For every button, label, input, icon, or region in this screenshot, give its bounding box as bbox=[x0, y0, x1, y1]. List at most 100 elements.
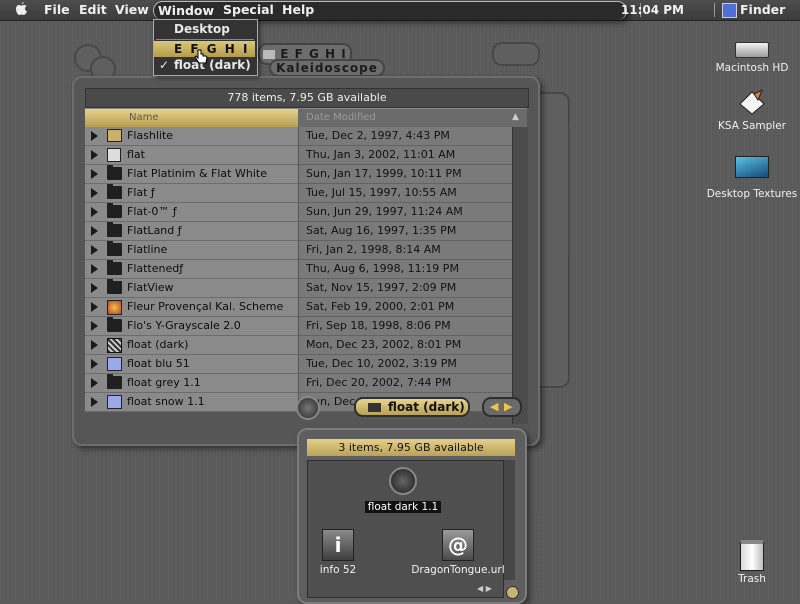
folder-icon bbox=[107, 279, 122, 294]
apple-menu-icon[interactable] bbox=[15, 2, 28, 20]
disclosure-triangle-icon[interactable] bbox=[91, 302, 98, 312]
sort-order-icon[interactable]: ▲ bbox=[512, 112, 519, 122]
date-cell[interactable]: Tue, Dec 2, 1997, 4:43 PM bbox=[299, 127, 512, 146]
date-cell[interactable]: Thu, Aug 6, 1998, 11:19 PM bbox=[299, 260, 512, 279]
disclosure-triangle-icon[interactable] bbox=[91, 378, 98, 388]
disclosure-triangle-icon[interactable] bbox=[91, 321, 98, 331]
date-cell[interactable]: Sun, Jun 29, 1997, 11:24 AM bbox=[299, 203, 512, 222]
column-header-name[interactable]: Name bbox=[85, 109, 298, 127]
date-cell[interactable]: Sat, Feb 19, 2000, 2:01 PM bbox=[299, 298, 512, 317]
name-cell[interactable]: Flat Platinim & Flat White bbox=[85, 165, 298, 184]
table-row[interactable]: float blu 51 Tue, Dec 10, 2002, 3:19 PM bbox=[85, 355, 512, 374]
date-cell[interactable]: Thu, Jan 3, 2002, 11:01 AM bbox=[299, 146, 512, 165]
window-tab-kaleidoscope[interactable]: Kaleidoscope bbox=[269, 59, 385, 77]
menu-help[interactable]: Help bbox=[282, 2, 314, 17]
menu-item-desktop[interactable]: Desktop bbox=[154, 21, 255, 37]
disclosure-triangle-icon[interactable] bbox=[91, 359, 98, 369]
disclosure-triangle-icon[interactable] bbox=[91, 226, 98, 236]
table-row[interactable]: Flo's Y-Grayscale 2.0 Fri, Sep 18, 1998, … bbox=[85, 317, 512, 336]
table-row[interactable]: FlatLand ƒ Sat, Aug 16, 1997, 1:35 PM bbox=[85, 222, 512, 241]
date-cell[interactable]: Tue, Dec 10, 2002, 3:19 PM bbox=[299, 355, 512, 374]
icon-label: info 52 bbox=[319, 564, 357, 576]
name-cell[interactable]: Flo's Y-Grayscale 2.0 bbox=[85, 317, 298, 336]
file-icon-dragontongue[interactable]: @ DragonTongue.url bbox=[408, 529, 508, 576]
name-cell[interactable]: Flatline bbox=[85, 241, 298, 260]
disclosure-triangle-icon[interactable] bbox=[91, 150, 98, 160]
name-cell[interactable]: float (dark) bbox=[85, 336, 298, 355]
disclosure-triangle-icon[interactable] bbox=[91, 169, 98, 179]
table-row[interactable]: float grey 1.1 Fri, Dec 20, 2002, 7:44 PM bbox=[85, 374, 512, 393]
disclosure-triangle-icon[interactable] bbox=[91, 207, 98, 217]
menu-view[interactable]: View bbox=[115, 2, 149, 17]
folder-path-popup[interactable]: float (dark) bbox=[354, 397, 470, 417]
disclosure-triangle-icon[interactable] bbox=[91, 245, 98, 255]
list-view-window[interactable]: 778 items, 7.95 GB available Name Date M… bbox=[72, 76, 540, 446]
name-cell[interactable]: FlatView bbox=[85, 279, 298, 298]
name-cell[interactable]: flat bbox=[85, 146, 298, 165]
name-cell[interactable]: Flat-0™ ƒ bbox=[85, 203, 298, 222]
file-icon-info[interactable]: i info 52 bbox=[310, 529, 366, 576]
menubar-clock[interactable]: 11:04 PM bbox=[621, 3, 684, 17]
resize-knob-icon[interactable] bbox=[506, 586, 519, 599]
date-cell[interactable]: Fri, Jan 2, 1998, 8:14 AM bbox=[299, 241, 512, 260]
disclosure-triangle-icon[interactable] bbox=[91, 340, 98, 350]
disclosure-triangle-icon[interactable] bbox=[91, 131, 98, 141]
desktop-icon-desktop-textures[interactable]: Desktop Textures bbox=[706, 156, 798, 200]
desktop-icon-trash[interactable]: Trash bbox=[726, 540, 778, 585]
table-row[interactable]: float (dark) Mon, Dec 23, 2002, 8:01 PM bbox=[85, 336, 512, 355]
date-cell[interactable]: Sat, Nov 15, 1997, 2:09 PM bbox=[299, 279, 512, 298]
table-row[interactable]: Flat Platinim & Flat White Sun, Jan 17, 1… bbox=[85, 165, 512, 184]
menu-separator bbox=[156, 39, 254, 40]
application-menu[interactable]: Finder bbox=[740, 2, 785, 17]
disclosure-triangle-icon[interactable] bbox=[91, 188, 98, 198]
date-cell[interactable]: Sun, Jan 17, 1999, 10:11 PM bbox=[299, 165, 512, 184]
table-row[interactable]: Flattenedƒ Thu, Aug 6, 1998, 11:19 PM bbox=[85, 260, 512, 279]
name-cell[interactable]: Fleur Provençal Kal. Scheme bbox=[85, 298, 298, 317]
left-arrow-icon[interactable]: ◀ bbox=[490, 400, 498, 413]
folder-icon bbox=[263, 50, 276, 59]
vertical-scrollbar[interactable] bbox=[512, 127, 528, 424]
date-cell[interactable]: Tue, Jul 15, 1997, 10:55 AM bbox=[299, 184, 512, 203]
name-cell[interactable]: Flat ƒ bbox=[85, 184, 298, 203]
name-cell[interactable]: Flashlite bbox=[85, 127, 298, 146]
table-row[interactable]: Flatline Fri, Jan 2, 1998, 8:14 AM bbox=[85, 241, 512, 260]
folder-icon bbox=[107, 184, 122, 199]
window-knob-icon[interactable] bbox=[296, 396, 320, 420]
scroll-arrows-icon[interactable]: ◀ ▶ bbox=[477, 584, 492, 593]
date-cell[interactable]: Fri, Sep 18, 1998, 8:06 PM bbox=[299, 317, 512, 336]
name-cell[interactable]: float snow 1.1 bbox=[85, 393, 298, 412]
table-row[interactable]: flat Thu, Jan 3, 2002, 11:01 AM bbox=[85, 146, 512, 165]
icon-view-window[interactable]: 3 items, 7.95 GB available float dark 1.… bbox=[297, 428, 527, 604]
date-cell[interactable]: Fri, Dec 20, 2002, 7:44 PM bbox=[299, 374, 512, 393]
background-window-control[interactable] bbox=[492, 42, 540, 66]
menu-edit[interactable]: Edit bbox=[79, 2, 107, 17]
column-header-date-modified[interactable]: Date Modified bbox=[300, 109, 486, 127]
desktop-icon-macintosh-hd[interactable]: Macintosh HD bbox=[710, 42, 794, 74]
date-cell[interactable]: Mon, Dec 23, 2002, 8:01 PM bbox=[299, 336, 512, 355]
name-cell[interactable]: Flattenedƒ bbox=[85, 260, 298, 279]
folder-icon bbox=[107, 222, 122, 237]
disclosure-triangle-icon[interactable] bbox=[91, 397, 98, 407]
table-row[interactable]: Fleur Provençal Kal. Scheme Sat, Feb 19, … bbox=[85, 298, 512, 317]
file-icon-float-dark[interactable]: float dark 1.1 bbox=[358, 467, 448, 513]
table-row[interactable]: Flat ƒ Tue, Jul 15, 1997, 10:55 AM bbox=[85, 184, 512, 203]
desktop-icon-ksa-sampler[interactable]: KSA Sampler bbox=[710, 88, 794, 132]
name-cell[interactable]: float grey 1.1 bbox=[85, 374, 298, 393]
table-row[interactable]: Flashlite Tue, Dec 2, 1997, 4:43 PM bbox=[85, 127, 512, 146]
name-cell[interactable]: float blu 51 bbox=[85, 355, 298, 374]
menu-special[interactable]: Special bbox=[223, 2, 274, 17]
horizontal-scroll-arrows[interactable]: ◀ ▶ bbox=[482, 397, 522, 417]
date-cell[interactable]: Sat, Aug 16, 1997, 1:35 PM bbox=[299, 222, 512, 241]
file-name: Flat Platinim & Flat White bbox=[127, 167, 267, 180]
file-name: Flatline bbox=[127, 243, 168, 256]
name-cell[interactable]: FlatLand ƒ bbox=[85, 222, 298, 241]
right-arrow-icon[interactable]: ▶ bbox=[504, 400, 512, 413]
table-row[interactable]: FlatView Sat, Nov 15, 1997, 2:09 PM bbox=[85, 279, 512, 298]
table-row[interactable]: Flat-0™ ƒ Sun, Jun 29, 1997, 11:24 AM bbox=[85, 203, 512, 222]
menu-file[interactable]: File bbox=[44, 2, 70, 17]
disclosure-triangle-icon[interactable] bbox=[91, 283, 98, 293]
folder-icon bbox=[107, 317, 122, 332]
vertical-scrollbar[interactable] bbox=[504, 460, 515, 580]
disclosure-triangle-icon[interactable] bbox=[91, 264, 98, 274]
menu-item-label: float (dark) bbox=[174, 58, 251, 72]
